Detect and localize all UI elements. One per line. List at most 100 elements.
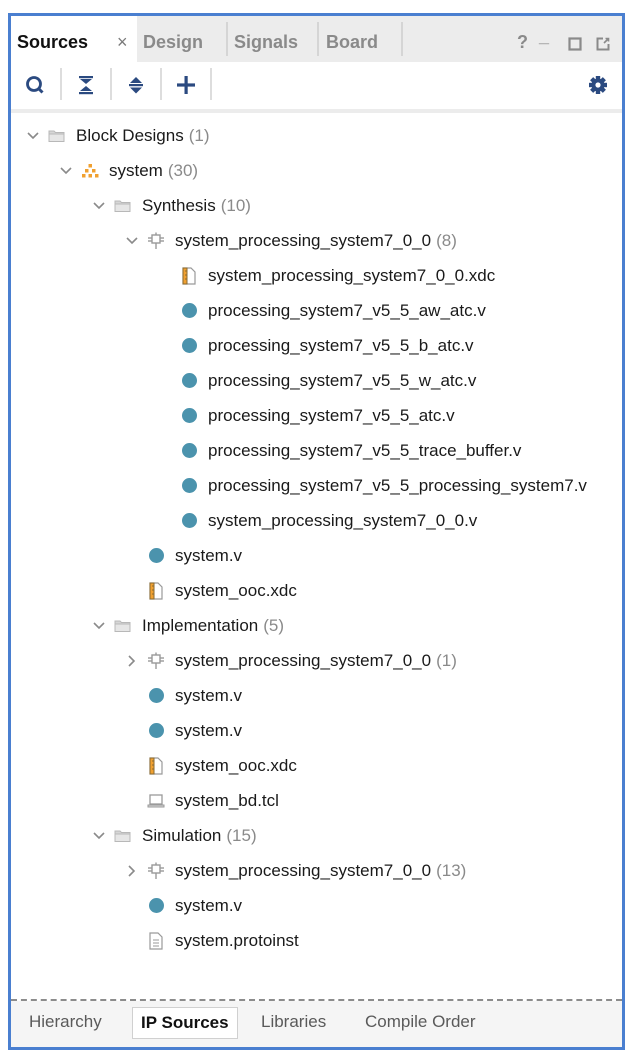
tree-item-label: processing_system7_v5_5_atc.v (208, 406, 455, 425)
tree-node[interactable]: Implementation (5) (91, 608, 284, 643)
constraints-file-icon (146, 748, 166, 783)
chevron-down-icon[interactable] (91, 188, 107, 223)
tree-file[interactable]: system.v (124, 888, 242, 923)
chevron-right-icon[interactable] (124, 853, 140, 888)
tree-item-label: Simulation (142, 826, 222, 845)
tree-item-label: system_bd.tcl (175, 791, 279, 810)
minimize-icon[interactable]: _ (539, 26, 549, 46)
tree-item-label: system.v (175, 686, 243, 705)
plus-icon (177, 76, 195, 94)
chevron-down-icon[interactable] (25, 118, 41, 153)
tree-file[interactable]: processing_system7_v5_5_atc.v (157, 398, 455, 433)
tree-item-label: system.v (175, 896, 243, 915)
toolbar-divider (11, 109, 622, 113)
tree-file[interactable]: processing_system7_v5_5_b_atc.v (157, 328, 474, 363)
verilog-file-icon (179, 503, 199, 538)
text-file-icon (146, 923, 166, 958)
tree-item-count: (1) (188, 126, 210, 145)
toolbar-divider (160, 68, 162, 100)
tree-item-label: system.v (175, 546, 243, 565)
tree-file[interactable]: system.v (124, 678, 242, 713)
expand-all-icon (129, 77, 143, 94)
tree-file[interactable]: system.v (124, 713, 242, 748)
tree-node[interactable]: Block Designs (1) (25, 118, 210, 153)
verilog-file-icon (146, 538, 166, 573)
tree-node[interactable]: system_processing_system7_0_0 (13) (124, 853, 466, 888)
tree-node[interactable]: Simulation (15) (91, 818, 257, 853)
tab-libraries[interactable]: Libraries (253, 1007, 334, 1037)
tree-item-label: processing_system7_v5_5_b_atc.v (208, 336, 474, 355)
tab-ip-sources[interactable]: IP Sources (132, 1007, 238, 1039)
tab-sources-close-icon[interactable]: × (117, 16, 128, 68)
tree-file[interactable]: system_bd.tcl (124, 783, 279, 818)
tree-item-label: system.v (175, 721, 243, 740)
folder-icon (113, 608, 133, 643)
tree-file[interactable]: system_ooc.xdc (124, 748, 297, 783)
tree-item-count: (13) (436, 861, 467, 880)
chevron-down-icon[interactable] (91, 608, 107, 643)
tree-item-count: (10) (220, 196, 251, 215)
tree-item-label: system.protoinst (175, 931, 299, 950)
bottom-tab-bar: Hierarchy IP Sources Libraries Compile O… (11, 1001, 622, 1047)
tree-item-label: system_ooc.xdc (175, 756, 297, 775)
expand-all-button[interactable] (121, 70, 151, 100)
tab-signals-label: Signals (234, 32, 299, 52)
tree-file[interactable]: processing_system7_v5_5_aw_atc.v (157, 293, 486, 328)
tree-file[interactable]: processing_system7_v5_5_w_atc.v (157, 363, 476, 398)
tab-signals[interactable]: Signals (234, 16, 298, 62)
ip-core-icon (146, 223, 166, 258)
verilog-file-icon (146, 888, 166, 923)
tree-item-label: system_processing_system7_0_0 (175, 231, 432, 250)
tree-file[interactable]: system.protoinst (124, 923, 299, 958)
tree-node[interactable]: system (30) (58, 153, 198, 188)
chevron-down-icon[interactable] (91, 818, 107, 853)
tree-item-count: (15) (226, 826, 257, 845)
verilog-file-icon (179, 293, 199, 328)
tree-item-count: (1) (436, 651, 457, 670)
tree-item-label: system_processing_system7_0_0.xdc (208, 266, 496, 285)
tab-design-label: Design (143, 32, 204, 52)
tab-compile-order[interactable]: Compile Order (357, 1007, 484, 1037)
search-button[interactable] (21, 70, 51, 100)
tree-item-label: system_ooc.xdc (175, 581, 297, 600)
toolbar-divider (60, 68, 62, 100)
tab-board[interactable]: Board (326, 16, 378, 62)
tree-node[interactable]: Synthesis (10) (91, 188, 251, 223)
chevron-down-icon[interactable] (58, 153, 74, 188)
chevron-right-icon[interactable] (124, 643, 140, 678)
verilog-file-icon (179, 468, 199, 503)
chevron-down-icon[interactable] (124, 223, 140, 258)
tab-board-label: Board (326, 32, 379, 52)
tab-divider (226, 22, 228, 56)
maximize-icon[interactable] (568, 35, 582, 55)
help-icon[interactable]: ? (517, 32, 528, 52)
tree-node[interactable]: system_processing_system7_0_0 (8) (124, 223, 457, 258)
tree-item-label: processing_system7_v5_5_w_atc.v (208, 371, 477, 390)
tab-design[interactable]: Design (143, 16, 203, 62)
folder-icon (47, 118, 67, 153)
tree-item-label: processing_system7_v5_5_processing_syste… (208, 476, 587, 495)
tree-node[interactable]: system_processing_system7_0_0 (1) (124, 643, 457, 678)
tree-file[interactable]: processing_system7_v5_5_processing_syste… (157, 468, 587, 503)
verilog-file-icon (179, 433, 199, 468)
tree-file[interactable]: system_processing_system7_0_0.v (157, 503, 477, 538)
float-icon[interactable] (596, 35, 610, 55)
settings-button[interactable] (583, 70, 613, 100)
verilog-file-icon (179, 363, 199, 398)
tab-hierarchy[interactable]: Hierarchy (21, 1007, 110, 1037)
tree-file[interactable]: processing_system7_v5_5_trace_buffer.v (157, 433, 521, 468)
collapse-all-button[interactable] (71, 70, 101, 100)
tab-sources-label: Sources (17, 32, 89, 52)
folder-icon (113, 188, 133, 223)
tree-file[interactable]: system.v (124, 538, 242, 573)
panel-tab-bar: Sources × Design Signals Board ? _ (11, 16, 622, 62)
tree-file[interactable]: system_processing_system7_0_0.xdc (157, 258, 495, 293)
tree-file[interactable]: system_ooc.xdc (124, 573, 297, 608)
constraints-file-icon (179, 258, 199, 293)
folder-icon (113, 818, 133, 853)
verilog-file-icon (179, 398, 199, 433)
verilog-file-icon (146, 713, 166, 748)
add-sources-button[interactable] (171, 70, 201, 100)
toolbar-divider (210, 68, 212, 100)
tree-item-label: Synthesis (142, 196, 216, 215)
